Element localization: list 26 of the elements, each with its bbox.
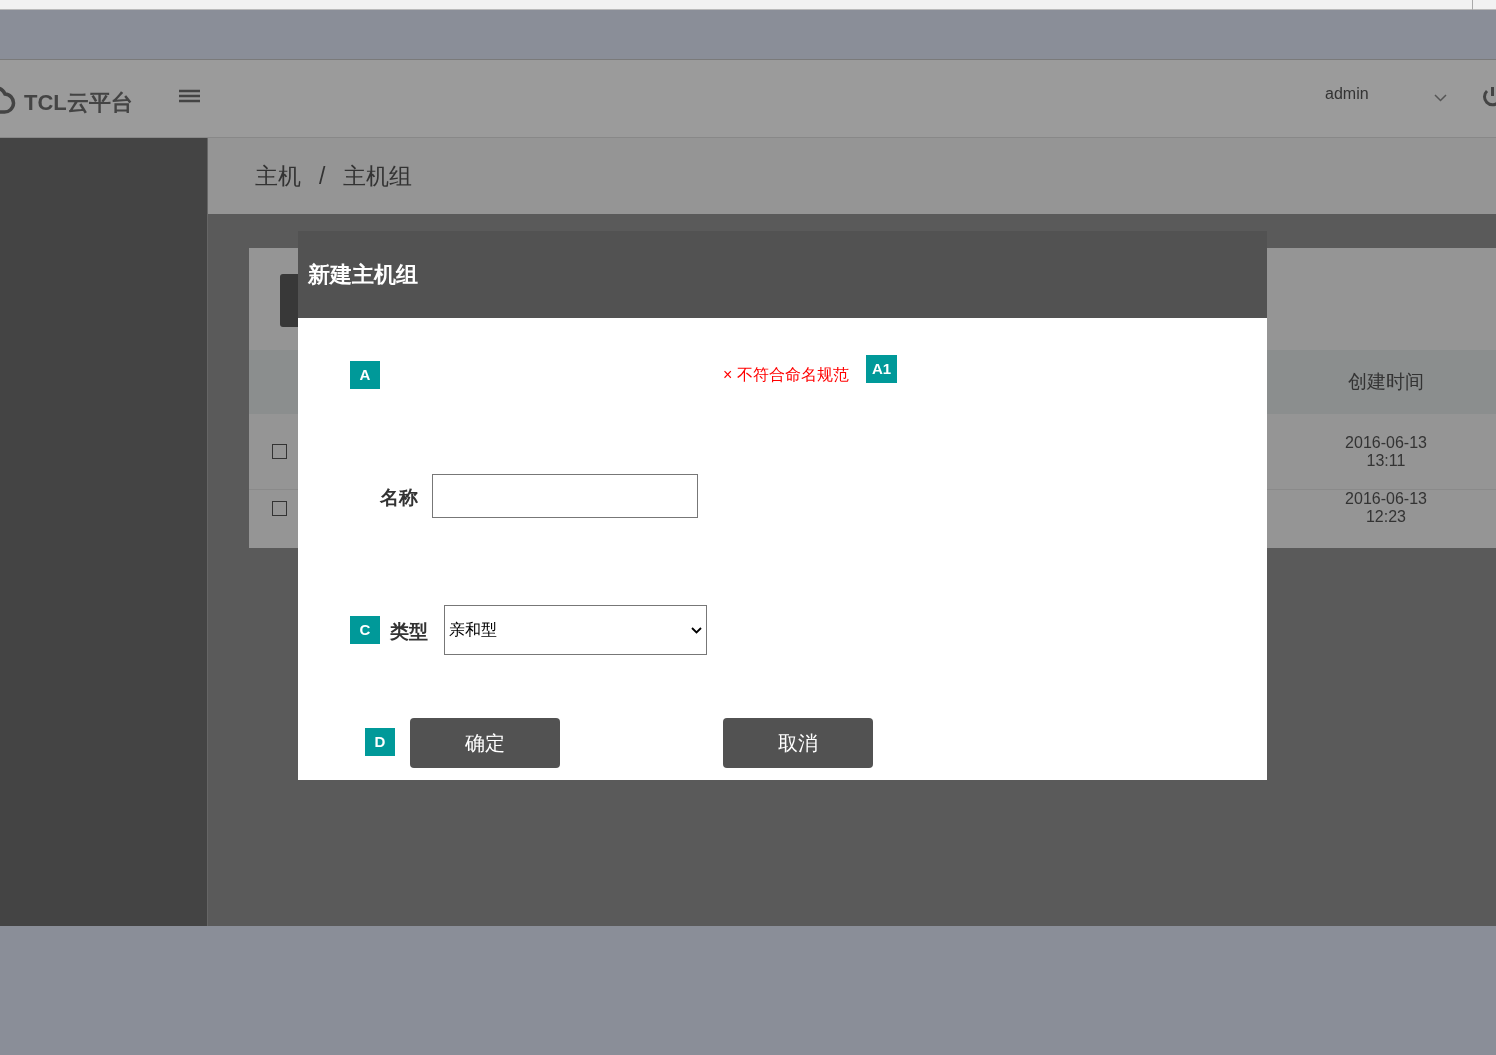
marker-label: A <box>350 361 380 389</box>
column-header: 创建时间 <box>1348 369 1424 394</box>
breadcrumb-item[interactable]: 主机组 <box>343 158 413 194</box>
type-select[interactable]: 亲和型 <box>444 605 707 655</box>
menu-icon[interactable] <box>179 89 200 103</box>
cancel-button[interactable]: 取消 <box>723 718 873 768</box>
marker-label: D <box>365 728 395 756</box>
table-cell: 2016-06-13 12:23 <box>1345 490 1427 526</box>
power-icon[interactable] <box>1482 85 1496 107</box>
row-checkbox[interactable] <box>271 444 287 459</box>
confirm-button[interactable]: 确定 <box>410 718 560 768</box>
dialog-title: 新建主机组 <box>308 261 418 289</box>
chevron-down-icon[interactable] <box>1434 94 1447 102</box>
chevron-down-icon <box>691 626 702 634</box>
breadcrumb-separator: / <box>319 161 326 191</box>
logo-text: TCL云平台 <box>24 89 133 117</box>
row-checkbox[interactable] <box>271 500 287 516</box>
marker-label: A1 <box>866 355 898 383</box>
error-message: × 不符合命名规范 <box>723 365 849 385</box>
marker-label: C <box>350 616 380 644</box>
field-label: 名称 <box>380 486 418 510</box>
user-name[interactable]: admin <box>1325 82 1369 106</box>
field-label: 类型 <box>390 620 428 644</box>
table-cell: 2016-06-13 13:11 <box>1345 433 1427 470</box>
breadcrumb-item[interactable]: 主机 <box>255 158 301 194</box>
name-input[interactable] <box>432 474 698 518</box>
